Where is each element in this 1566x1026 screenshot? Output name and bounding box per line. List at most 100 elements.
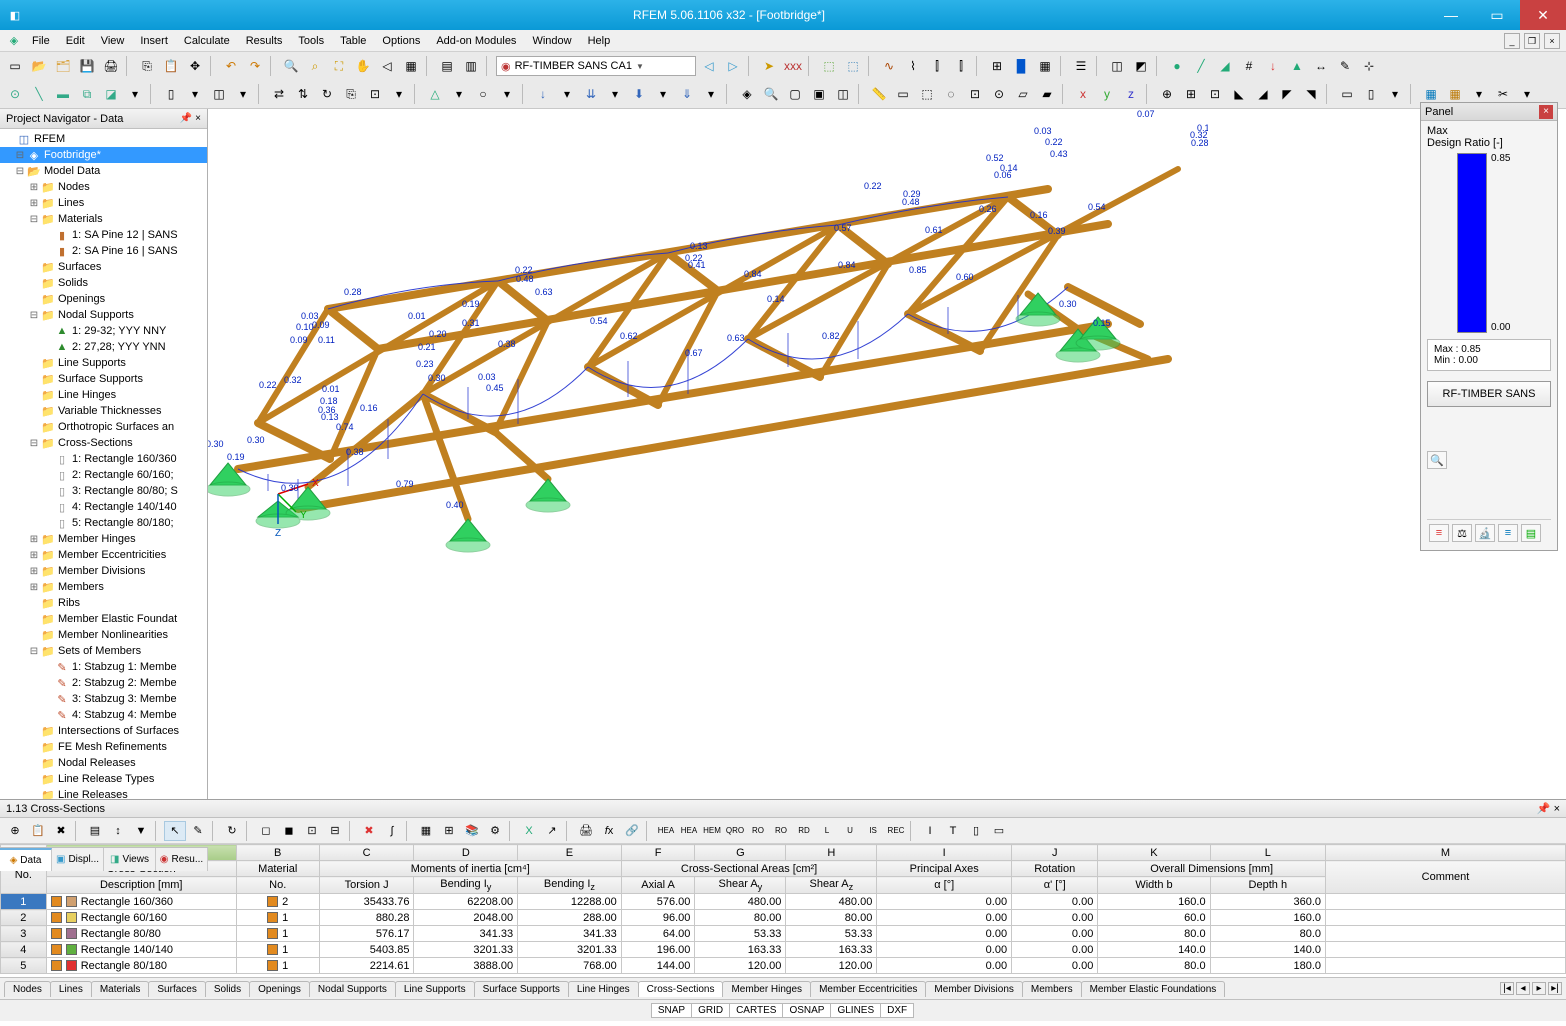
status-glines[interactable]: GLINES (830, 1003, 881, 1018)
hinge-icon[interactable]: ○ (472, 83, 494, 105)
dd8-icon[interactable]: ▾ (604, 83, 626, 105)
mem-num-icon[interactable]: # (1238, 55, 1260, 77)
menu-view[interactable]: View (93, 33, 133, 49)
sel1-icon[interactable]: ▭ (892, 83, 914, 105)
tree-item[interactable]: 📁Surface Supports (0, 371, 207, 387)
save-icon[interactable]: 💾 (76, 55, 98, 77)
menu-options[interactable]: Options (374, 33, 428, 49)
gt-r10-icon[interactable]: IS (862, 821, 884, 841)
close-button[interactable]: ✕ (1520, 0, 1566, 30)
sel5-icon[interactable]: ⊙ (988, 83, 1010, 105)
mirror-icon[interactable]: ⇅ (292, 83, 314, 105)
tree-item[interactable]: 📁Line Releases (0, 787, 207, 799)
undo-icon[interactable]: ↶ (220, 55, 242, 77)
gt-s3-icon[interactable]: ▯ (965, 821, 987, 841)
grid-tab-member-eccentricities[interactable]: Member Eccentricities (810, 981, 926, 997)
grid-tab-member-hinges[interactable]: Member Hinges (722, 981, 811, 997)
grid-tab-materials[interactable]: Materials (91, 981, 150, 997)
zoom2-icon[interactable]: 🔍 (760, 83, 782, 105)
surf-icon[interactable]: ◢ (1214, 55, 1236, 77)
copy-icon[interactable]: ⎘ (136, 55, 158, 77)
menu-help[interactable]: Help (580, 33, 619, 49)
tree-item[interactable]: ▲1: 29-32; YYY NNY (0, 323, 207, 339)
grid-tab-solids[interactable]: Solids (205, 981, 250, 997)
tree-item[interactable]: ▮1: SA Pine 12 | SANS (0, 227, 207, 243)
grid-tab-lines[interactable]: Lines (50, 981, 92, 997)
layers-icon[interactable]: ▤ (436, 55, 458, 77)
menu-calculate[interactable]: Calculate (176, 33, 238, 49)
tree-item[interactable]: 📁Openings (0, 291, 207, 307)
gt-r1-icon[interactable]: HEA (655, 821, 677, 841)
measure-icon[interactable]: 📏 (868, 83, 890, 105)
paste-icon[interactable]: 📋 (160, 55, 182, 77)
proj2-icon[interactable]: ▯ (1360, 83, 1382, 105)
gt-r8-icon[interactable]: L (816, 821, 838, 841)
view-iso-icon[interactable]: ◈ (736, 83, 758, 105)
tree-item[interactable]: ▲2: 27,28; YYY YNN (0, 339, 207, 355)
gt-hide4-icon[interactable]: ⊟ (324, 821, 346, 841)
result2-icon[interactable]: ⫿ (950, 55, 972, 77)
v3-icon[interactable]: ◫ (832, 83, 854, 105)
iso2-icon[interactable]: ◢ (1252, 83, 1274, 105)
manager-icon[interactable]: 🗂 (52, 55, 74, 77)
sel6-icon[interactable]: ▱ (1012, 83, 1034, 105)
tree-item[interactable]: ▯3: Rectangle 80/80; S (0, 483, 207, 499)
proj1-icon[interactable]: ▭ (1336, 83, 1358, 105)
zoom-all-icon[interactable]: ⛶ (328, 55, 350, 77)
prev-view-icon[interactable]: ◁ (376, 55, 398, 77)
dd2-icon[interactable]: ▾ (184, 83, 206, 105)
status-snap[interactable]: SNAP (651, 1003, 692, 1018)
gt-fill-icon[interactable]: ▤ (84, 821, 106, 841)
dd11-icon[interactable]: ▾ (1384, 83, 1406, 105)
gt-hide2-icon[interactable]: ◼ (278, 821, 300, 841)
toggle2-icon[interactable]: ⬚ (842, 55, 864, 77)
open-icon[interactable]: 📂 (28, 55, 50, 77)
gt-s2-icon[interactable]: T (942, 821, 964, 841)
gt-r2-icon[interactable]: HEA (678, 821, 700, 841)
mdi-close-button[interactable]: × (1544, 33, 1560, 49)
table-row[interactable]: 5Rectangle 80/18012214.613888.00768.0014… (1, 958, 1566, 974)
notes-icon[interactable]: ✎ (1334, 55, 1356, 77)
zoom-window-icon[interactable]: ⌕ (304, 55, 326, 77)
tree-item[interactable]: 📁Line Supports (0, 355, 207, 371)
gt-edit-icon[interactable]: ✎ (187, 821, 209, 841)
supp-icon[interactable]: △ (424, 83, 446, 105)
gt-hide3-icon[interactable]: ⊡ (301, 821, 323, 841)
new-surf-icon[interactable]: ◪ (100, 83, 122, 105)
tree-item[interactable]: ✎2: Stabzug 2: Membe (0, 675, 207, 691)
new-set-icon[interactable]: ⧉ (76, 83, 98, 105)
grid-tab-line-hinges[interactable]: Line Hinges (568, 981, 639, 997)
gt-r11-icon[interactable]: REC (885, 821, 907, 841)
new-node-icon[interactable]: ⊙ (4, 83, 26, 105)
gt-refresh-icon[interactable]: ↻ (221, 821, 243, 841)
dd10-icon[interactable]: ▾ (700, 83, 722, 105)
grid-tab-surface-supports[interactable]: Surface Supports (474, 981, 569, 997)
table-row[interactable]: 3Rectangle 80/801576.17341.33341.3364.00… (1, 926, 1566, 942)
tree-item[interactable]: ⊟📁Nodal Supports (0, 307, 207, 323)
cfg-icon[interactable]: ☰ (1070, 55, 1092, 77)
tree-item[interactable]: ⊞📁Member Divisions (0, 563, 207, 579)
gt-delete-icon[interactable]: ✖ (50, 821, 72, 841)
nav-tab-data[interactable]: ◈Data (0, 848, 52, 871)
tree-model-data[interactable]: ⊟📂Model Data (0, 163, 207, 179)
tree-item[interactable]: ⊟📁Materials (0, 211, 207, 227)
scale-view-icon[interactable]: 🔬 (1475, 524, 1495, 542)
new-member-icon[interactable]: ▬ (52, 83, 74, 105)
result1-icon[interactable]: ⫿ (926, 55, 948, 77)
render1-icon[interactable]: ◫ (1106, 55, 1128, 77)
gt-r9-icon[interactable]: U (839, 821, 861, 841)
dir-y-icon[interactable]: y (1096, 83, 1118, 105)
iso4-icon[interactable]: ◥ (1300, 83, 1322, 105)
tree-item[interactable]: 📁Ribs (0, 595, 207, 611)
zoom-pan-icon[interactable]: 🔍 (1427, 451, 1447, 469)
gt-props-icon[interactable]: ⚙ (484, 821, 506, 841)
menu-file[interactable]: File (24, 33, 58, 49)
display-icon[interactable]: ▥ (460, 55, 482, 77)
grid-tab-member-divisions[interactable]: Member Divisions (925, 981, 1022, 997)
minimize-button[interactable]: — (1428, 0, 1474, 30)
menu-add-on-modules[interactable]: Add-on Modules (428, 33, 524, 49)
gt-export-icon[interactable]: ↗ (541, 821, 563, 841)
gt-r5-icon[interactable]: RO (747, 821, 769, 841)
sup-icon[interactable]: ▲ (1286, 55, 1308, 77)
gt-r4-icon[interactable]: QRO (724, 821, 746, 841)
